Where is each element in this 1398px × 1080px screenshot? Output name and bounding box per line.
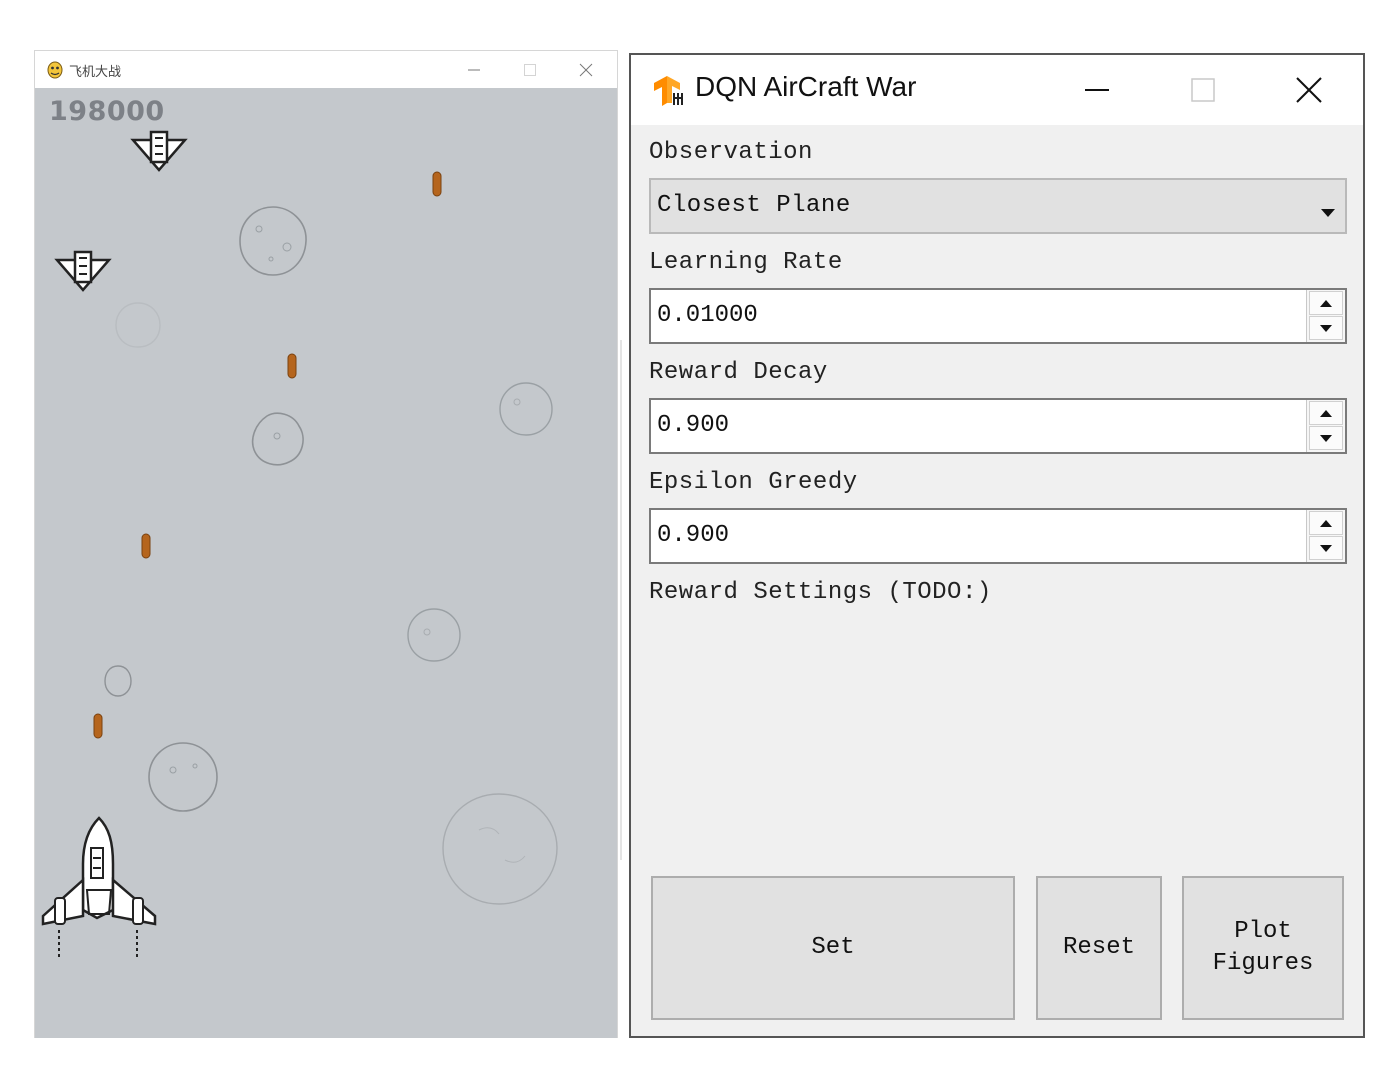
maximize-icon[interactable]: [507, 55, 553, 85]
reward-decay-value[interactable]: 0.900: [657, 412, 729, 439]
game-window: 飞机大战 198000: [34, 50, 618, 1038]
spin-buttons: [1306, 510, 1345, 562]
asteroid-sprite: [499, 382, 553, 436]
asteroid-sprite: [104, 665, 132, 697]
bullet-sprite: [432, 171, 442, 197]
spin-down-icon[interactable]: [1309, 536, 1343, 560]
spin-buttons: [1306, 290, 1345, 342]
pygame-logo-icon: [47, 61, 63, 79]
epsilon-greedy-label: Epsilon Greedy: [649, 469, 858, 496]
bullet-sprite: [93, 713, 103, 739]
control-window-title: DQN AirCraft War: [695, 71, 917, 102]
spin-down-icon[interactable]: [1309, 426, 1343, 450]
epsilon-greedy-value[interactable]: 0.900: [657, 522, 729, 549]
game-titlebar[interactable]: 飞机大战: [35, 50, 617, 88]
learning-rate-value[interactable]: 0.01000: [657, 302, 758, 329]
close-icon[interactable]: [1279, 65, 1339, 115]
window-separator: [620, 340, 622, 860]
reward-decay-label: Reward Decay: [649, 359, 828, 386]
set-button[interactable]: Set: [651, 876, 1015, 1020]
bullet-sprite: [287, 353, 297, 379]
asteroid-sprite: [115, 302, 161, 348]
game-canvas[interactable]: 198000: [35, 88, 617, 1038]
spin-up-icon[interactable]: [1309, 511, 1343, 535]
tensorflow-logo-icon: [651, 73, 687, 107]
reward-settings-label: Reward Settings (TODO:): [649, 579, 992, 606]
learning-rate-label: Learning Rate: [649, 249, 843, 276]
set-button-label: Set: [811, 934, 855, 961]
minimize-icon[interactable]: [1067, 65, 1127, 115]
control-titlebar[interactable]: DQN AirCraft War: [631, 55, 1363, 125]
epsilon-greedy-spinbox[interactable]: 0.900: [649, 508, 1347, 564]
asteroid-sprite: [442, 793, 558, 905]
minimize-icon[interactable]: [451, 55, 497, 85]
bullet-sprite: [141, 533, 151, 559]
asteroid-sprite: [148, 742, 218, 812]
spin-up-icon[interactable]: [1309, 401, 1343, 425]
plot-figures-button[interactable]: Plot Figures: [1182, 876, 1344, 1020]
asteroid-sprite: [407, 608, 461, 662]
maximize-icon[interactable]: [1173, 65, 1233, 115]
enemy-plane-sprite: [54, 250, 112, 292]
dqn-control-window: DQN AirCraft War Observation Closest Pla…: [629, 53, 1365, 1038]
score-display: 198000: [49, 96, 165, 127]
player-plane-sprite: [41, 816, 157, 960]
chevron-down-icon[interactable]: [1321, 202, 1335, 221]
observation-value: Closest Plane: [657, 192, 851, 219]
asteroid-sprite: [251, 412, 304, 466]
close-icon[interactable]: [563, 55, 609, 85]
game-window-title: 飞机大战: [69, 65, 122, 80]
observation-dropdown[interactable]: Closest Plane: [649, 178, 1347, 234]
reset-button-label: Reset: [1062, 934, 1135, 961]
spin-buttons: [1306, 400, 1345, 452]
reset-button[interactable]: Reset: [1036, 876, 1162, 1020]
spin-down-icon[interactable]: [1309, 316, 1343, 340]
enemy-plane-sprite: [130, 130, 188, 172]
spin-up-icon[interactable]: [1309, 291, 1343, 315]
asteroid-sprite: [239, 206, 307, 276]
plot-figures-button-label: Plot Figures: [1212, 918, 1314, 977]
observation-label: Observation: [649, 139, 813, 166]
learning-rate-spinbox[interactable]: 0.01000: [649, 288, 1347, 344]
reward-decay-spinbox[interactable]: 0.900: [649, 398, 1347, 454]
